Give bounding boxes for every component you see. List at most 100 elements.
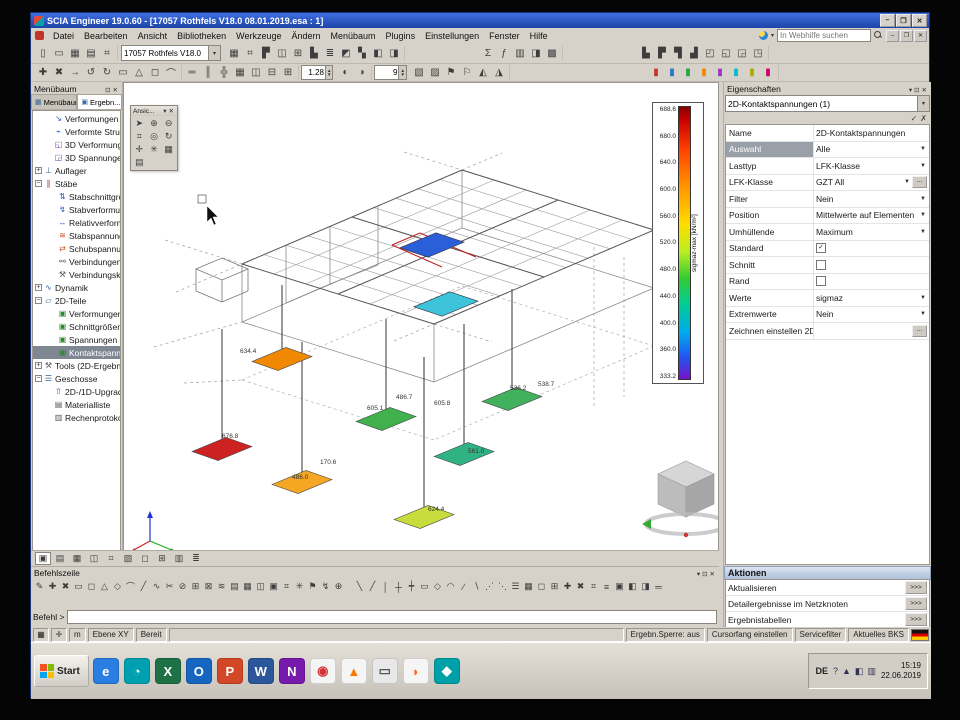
taskbar-app-icon[interactable]: e <box>93 658 119 684</box>
start-button[interactable]: Start <box>34 655 89 687</box>
menu-item[interactable]: Hilfe <box>525 30 553 42</box>
property-row[interactable]: Filter Nein ▼ ... <box>726 191 929 208</box>
toolbar-icon[interactable]: ƒ <box>496 46 512 61</box>
tree-item[interactable]: ▣ Kontaktspannungen <box>33 346 120 359</box>
chevron-down-icon[interactable]: ▼ <box>919 295 927 301</box>
view-tab-icon[interactable]: ⌗ <box>103 552 119 565</box>
tree-item[interactable]: ↔ Relativverformung <box>33 216 120 229</box>
property-row[interactable]: Extremwerte Nein ▼ ... <box>726 307 929 324</box>
status-icon[interactable]: ✛ <box>51 628 67 642</box>
toolbar-icon[interactable]: ▯ <box>35 46 51 61</box>
panel-header-button[interactable]: ⊡ <box>701 571 708 578</box>
command-tool-icon[interactable]: ⚑ <box>306 580 319 593</box>
view-tool-icon[interactable]: ✳ <box>147 143 162 156</box>
property-row[interactable]: Standard ▼ ... <box>726 241 929 258</box>
toolbar-icon[interactable]: ◧ <box>370 46 386 61</box>
color-toolbar-icon[interactable]: ▮ <box>696 65 712 80</box>
view-tool-icon[interactable]: ▤ <box>132 156 147 169</box>
taskbar-app-icon[interactable]: ▭ <box>372 658 398 684</box>
checkbox[interactable] <box>816 243 826 253</box>
view-tab-icon[interactable]: ▦ <box>69 552 85 565</box>
toolbar-icon[interactable]: ▛ <box>654 46 670 61</box>
toolbar-icon[interactable]: ▩ <box>544 46 560 61</box>
view-tool-icon[interactable]: ➤ <box>132 117 147 130</box>
view-tab-icon[interactable]: ◫ <box>86 552 102 565</box>
tree-item[interactable]: − ☰ Geschosse <box>33 372 120 385</box>
toolbar-icon[interactable]: ⌗ <box>242 46 258 61</box>
color-toolbar-icon[interactable]: ▮ <box>760 65 776 80</box>
palette-control-button[interactable]: ▾ <box>162 108 167 115</box>
toolbar-icon[interactable]: Σ <box>480 46 496 61</box>
model-viewport[interactable]: 634.4676.8170.6486.0605.1486.7605.8561.0… <box>123 82 719 566</box>
command-tool-icon[interactable]: ⊞ <box>548 580 561 593</box>
toolbar-icon[interactable]: ◭ <box>475 65 491 80</box>
property-row[interactable]: Position Mittelwerte auf Elementen ▼ ... <box>726 208 929 225</box>
toolbar-icon[interactable]: ◱ <box>718 46 734 61</box>
property-value[interactable]: Maximum ▼ ... <box>814 227 929 237</box>
menu-item[interactable]: Bibliotheken <box>172 30 231 42</box>
command-tool-icon[interactable]: ≋ <box>215 580 228 593</box>
tray-icon[interactable]: ? <box>833 666 838 677</box>
toolbar-icon[interactable]: ▤ <box>83 46 99 61</box>
tree-expander[interactable]: + <box>35 167 42 174</box>
toolbar-icon[interactable]: → <box>67 65 83 80</box>
action-execute-button[interactable]: >>> <box>905 597 927 610</box>
spinner-arrows[interactable]: ▲▼ <box>398 66 405 79</box>
palette-control-button[interactable]: ✕ <box>168 108 175 115</box>
taskbar-app-icon[interactable]: ◉ <box>310 658 336 684</box>
view-tab-icon[interactable]: ▣ <box>35 552 51 565</box>
taskbar-app-icon[interactable]: ◔ <box>124 658 150 684</box>
command-tool-icon[interactable]: ⌗ <box>587 580 600 593</box>
toolbar-icon[interactable]: ◳ <box>750 46 766 61</box>
command-tool-icon[interactable]: ✎ <box>33 580 46 593</box>
property-row[interactable]: Schnitt ▼ ... <box>726 257 929 274</box>
property-value[interactable]: Nein ▼ ... <box>814 309 929 319</box>
property-row[interactable]: Rand ▼ ... <box>726 274 929 291</box>
result-pad[interactable] <box>414 292 478 316</box>
tree-expander[interactable]: + <box>35 362 42 369</box>
chevron-down-icon[interactable]: ▾ <box>917 96 929 111</box>
toolbar-icon[interactable]: ◑ <box>353 65 369 80</box>
command-tool-icon[interactable]: ⊠ <box>202 580 215 593</box>
command-tool-icon[interactable]: ┼ <box>392 580 405 593</box>
tray-icon[interactable]: ▲ <box>842 666 851 677</box>
status-setting-cell[interactable]: Servicefilter <box>795 628 847 642</box>
command-tool-icon[interactable]: ▭ <box>72 580 85 593</box>
tray-icon[interactable]: ◧ <box>855 666 864 677</box>
command-tool-icon[interactable]: △ <box>98 580 111 593</box>
command-tool-icon[interactable]: ✚ <box>561 580 574 593</box>
tray-icon[interactable]: ▥ <box>867 666 876 677</box>
command-tool-icon[interactable]: ◻ <box>85 580 98 593</box>
command-tool-icon[interactable]: ∿ <box>150 580 163 593</box>
command-tool-icon[interactable]: ╱ <box>366 580 379 593</box>
color-toolbar-icon[interactable]: ▮ <box>728 65 744 80</box>
toolbar-icon[interactable]: ◐ <box>337 65 353 80</box>
toolbar-icon[interactable]: ◰ <box>702 46 718 61</box>
property-row[interactable]: Werte sigmaz ▼ ... <box>726 290 929 307</box>
property-value[interactable]: ▼ ... <box>814 243 929 253</box>
menu-item[interactable]: Ändern <box>286 30 325 42</box>
tree-item[interactable]: ▣ Schnittgrößen <box>33 320 120 333</box>
ellipsis-button[interactable]: ... <box>912 176 927 188</box>
chevron-down-icon[interactable]: ▼ <box>919 163 927 169</box>
toolbar-icon[interactable]: ◨ <box>528 46 544 61</box>
chevron-down-icon[interactable]: ▼ <box>919 229 927 235</box>
command-tool-icon[interactable]: ✖ <box>574 580 587 593</box>
toolbar-icon[interactable]: ↺ <box>83 65 99 80</box>
taskbar-app-icon[interactable]: P <box>217 658 243 684</box>
action-execute-button[interactable]: >>> <box>905 581 927 594</box>
menu-item[interactable]: Bearbeiten <box>79 30 133 42</box>
command-tool-icon[interactable]: ◠ <box>444 580 457 593</box>
result-pad[interactable] <box>192 438 252 461</box>
taskbar-app-icon[interactable]: W <box>248 658 274 684</box>
toolbar-icon[interactable]: ✚ <box>35 65 51 80</box>
action-execute-button[interactable]: >>> <box>905 613 927 626</box>
panel-header-button[interactable]: ✕ <box>709 571 716 578</box>
command-tool-icon[interactable]: │ <box>379 580 392 593</box>
tree-item[interactable]: ◲ 3D Spannungen <box>33 151 120 164</box>
panel-header-button[interactable]: ⊡ <box>104 87 111 94</box>
tree-item[interactable]: ⚒ Verbindungskräfte <box>33 268 120 281</box>
child-window-control-button[interactable]: ✕ <box>914 30 927 42</box>
command-tool-icon[interactable]: ✚ <box>46 580 59 593</box>
property-value[interactable]: 2D-Kontaktspannungen ▼ ... <box>814 128 929 138</box>
